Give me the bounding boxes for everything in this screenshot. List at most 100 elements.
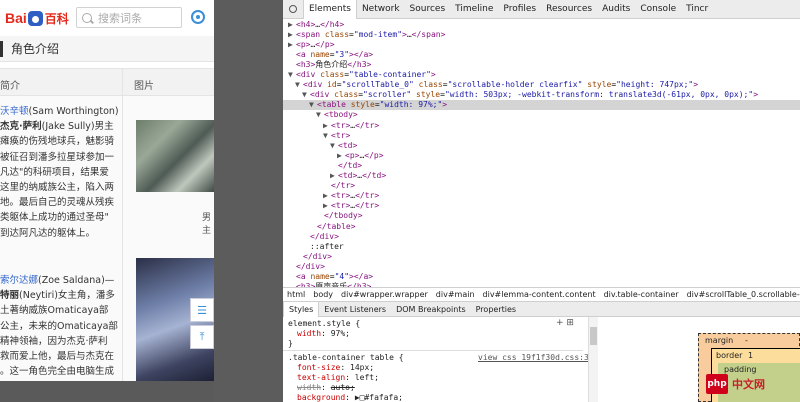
breadcrumb-item[interactable]: body: [309, 290, 337, 299]
dom-node[interactable]: ▼ <tr>: [283, 131, 800, 141]
tab-network[interactable]: Network: [357, 0, 405, 19]
style-property[interactable]: text-align: left;: [297, 373, 379, 383]
column-header-image: 图片: [134, 81, 154, 92]
subtab-styles[interactable]: Styles: [283, 301, 320, 317]
description-text: 类躯体上成功的通过圣母": [0, 212, 109, 224]
css-source-link[interactable]: view_css_19f1f30d.css:3: [478, 353, 589, 363]
dom-node[interactable]: ▶ <h4>…</h4>: [283, 20, 800, 30]
tab-sources[interactable]: Sources: [405, 0, 451, 19]
description-line: 救而爱上他，最后与杰克在: [0, 349, 118, 364]
role-description-1: 沃辛顿(Sam Worthington) 杰克·萨利(Jake Sully)男主瘫…: [0, 104, 118, 241]
screen: Bai 百科 搜索词条 角色介绍 简介 图片 沃辛顿(Sam Worthingt…: [0, 0, 800, 402]
tab-audits[interactable]: Audits: [597, 0, 635, 19]
tab-tincr[interactable]: Tincr: [681, 0, 713, 19]
dom-node[interactable]: </div>: [283, 252, 800, 262]
dom-node[interactable]: ▼ <div class="scroller" style="width: 503…: [283, 90, 800, 100]
margin-value[interactable]: -: [745, 336, 748, 345]
breadcrumb-item[interactable]: div#wrapper.wrapper: [337, 290, 432, 299]
description-line: 特丽(Neytiri)女主角，潘多: [0, 288, 118, 303]
back-to-top-icon[interactable]: ⤒: [190, 325, 214, 349]
devtools-panel: Elements Network Sources Timeline Profiles Re…: [283, 0, 800, 402]
dom-node[interactable]: </table>: [283, 222, 800, 232]
paw-icon: [27, 10, 43, 26]
dom-node[interactable]: </div>: [283, 262, 800, 272]
style-property[interactable]: width: auto;: [297, 383, 355, 393]
list-icon[interactable]: ☰: [190, 298, 214, 322]
tab-timeline[interactable]: Timeline: [450, 0, 498, 19]
dom-node[interactable]: <a name="4"></a>: [283, 272, 800, 282]
watermark-text: 中文网: [732, 379, 765, 391]
logo-text-bai: Bai: [5, 10, 27, 26]
style-property[interactable]: background: ▶□#fafafa;: [297, 393, 403, 402]
description-line: 类躯体上成功的通过圣母": [0, 210, 118, 225]
border-value[interactable]: 1: [748, 351, 753, 360]
tab-console[interactable]: Console: [635, 0, 681, 19]
dom-node[interactable]: </td>: [283, 161, 800, 171]
gear-icon[interactable]: [191, 10, 205, 24]
tab-resources[interactable]: Resources: [541, 0, 597, 19]
description-line: 公主，未来的Omaticaya部: [0, 319, 118, 334]
property-value: left;: [354, 373, 379, 382]
breadcrumb-item[interactable]: div#scrollTable_0.scrollable-holder.clea…: [683, 290, 800, 299]
dom-node[interactable]: </tr>: [283, 181, 800, 191]
dom-node[interactable]: ▼ <div class="table-container">: [283, 70, 800, 80]
description-line: 索尔达娜(Zoe Saldana)—: [0, 273, 118, 288]
dom-node[interactable]: </div>: [283, 232, 800, 242]
role-image-caption: 男主: [202, 213, 212, 236]
dom-node[interactable]: </tbody>: [283, 211, 800, 221]
add-rule-icon[interactable]: +: [556, 318, 564, 328]
dom-node[interactable]: ▶ <p>…</p>: [283, 40, 800, 50]
subtab-event-listeners[interactable]: Event Listeners: [319, 302, 391, 317]
breadcrumb-item[interactable]: div.table-container: [600, 290, 683, 299]
styles-scrollbar[interactable]: [588, 317, 598, 402]
breadcrumb-item[interactable]: div#main: [432, 290, 479, 299]
style-property[interactable]: font-size: 14px;: [297, 363, 374, 373]
description-line: 地。最后自己的灵魂从残疾: [0, 195, 118, 210]
dom-node[interactable]: <a name="3"></a>: [283, 50, 800, 60]
breadcrumb-item[interactable]: html: [283, 290, 309, 299]
description-text: (Jake Sully)男主: [41, 121, 114, 133]
description-line: 土著纳威族Omaticaya部: [0, 303, 118, 318]
description-text: (Neytiri)女主角，潘多: [19, 290, 115, 302]
description-text: 被征召到潘多拉星球参加一: [0, 151, 115, 163]
description-line: 瘫痪的伤残地球兵，魅影骑: [0, 134, 118, 149]
description-line: 被征召到潘多拉星球参加一: [0, 150, 118, 165]
dom-node[interactable]: ▶ <tr>…</tr>: [283, 201, 800, 211]
subtab-dom-breakpoints[interactable]: DOM Breakpoints: [391, 302, 471, 317]
mobile-page: Bai 百科 搜索词条 角色介绍 简介 图片 沃辛顿(Sam Worthingt…: [0, 0, 214, 381]
search-input[interactable]: 搜索词条: [76, 7, 182, 28]
site-watermark: php 中文网: [706, 371, 796, 397]
property-name: font-size: [297, 363, 341, 372]
inspect-icon[interactable]: [283, 0, 303, 19]
scroll-thumb[interactable]: [590, 327, 597, 345]
description-text: 瘫痪的伤残地球兵，魅影骑: [0, 136, 115, 148]
dom-node[interactable]: <h3>角色介绍</h3>: [283, 60, 800, 70]
subtab-properties[interactable]: Properties: [471, 302, 521, 317]
breadcrumb-item[interactable]: div#lemma-content.content: [479, 290, 600, 299]
person-link[interactable]: 沃辛顿: [0, 106, 29, 117]
baidu-baike-logo[interactable]: Bai 百科: [5, 8, 69, 28]
dom-node[interactable]: ::after: [283, 242, 800, 252]
dom-node[interactable]: ▶ <tr>…</tr>: [283, 191, 800, 201]
tab-elements[interactable]: Elements: [303, 0, 357, 19]
description-line: 凡达"的科研项目，结果爱: [0, 165, 118, 180]
divider: [283, 350, 583, 351]
dom-node[interactable]: ▶ <p>…</p>: [283, 151, 800, 161]
property-value: auto;: [330, 383, 355, 392]
style-rule[interactable]: width: 97%;: [297, 329, 350, 339]
role-image-1[interactable]: [136, 120, 214, 192]
tab-profiles[interactable]: Profiles: [498, 0, 541, 19]
description-line: 。这一角色完全由电脑生成: [0, 364, 118, 379]
person-link[interactable]: 索尔达娜: [0, 275, 38, 286]
dom-node[interactable]: ▶ <span class="mod-item">…</span>: [283, 30, 800, 40]
description-text: 土著纳威族Omaticaya部: [0, 305, 109, 317]
dom-node[interactable]: ▶ <td>…</td>: [283, 171, 800, 181]
table-header: 简介 图片: [0, 68, 214, 97]
dom-node[interactable]: ▼ <div id="scrollTable_0" class="scrollab…: [283, 80, 800, 90]
dom-node[interactable]: ▶ <tr>…</tr>: [283, 121, 800, 131]
dom-node[interactable]: ▼ <td>: [283, 141, 800, 151]
dom-node[interactable]: ▼ <table style="width: 97%;">: [283, 100, 800, 111]
breadcrumb: html body div#wrapper.wrapper div#main div#l…: [283, 287, 800, 302]
toggle-state-icon[interactable]: ⊞: [566, 318, 574, 328]
dom-node[interactable]: ▼ <tbody>: [283, 110, 800, 120]
